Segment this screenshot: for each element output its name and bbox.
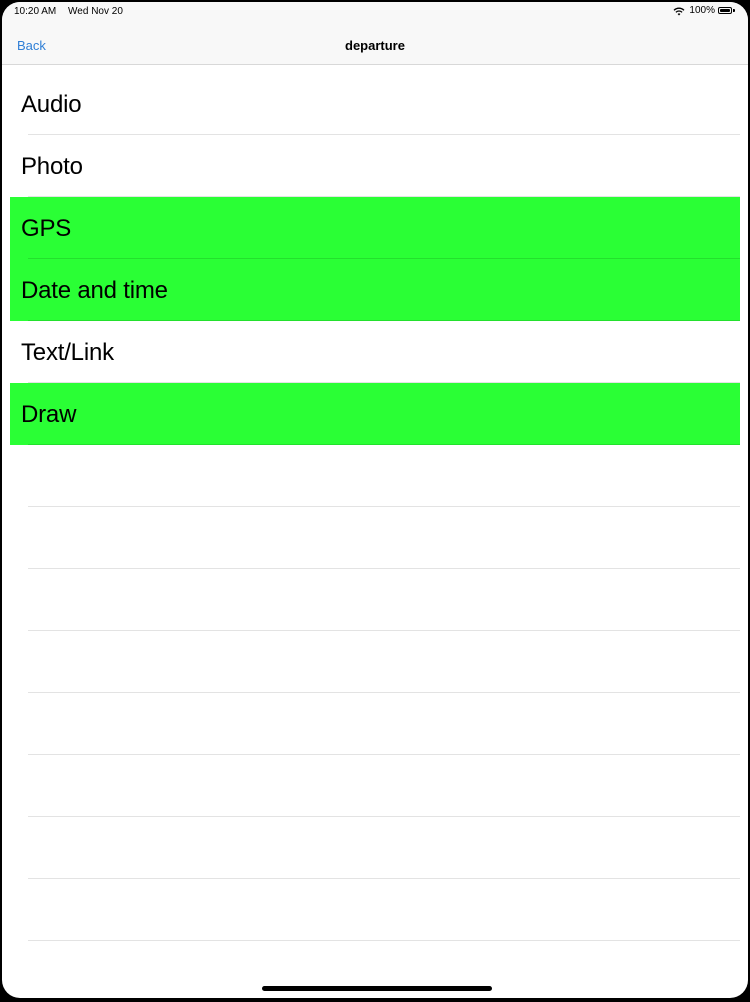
list-item-label: Photo	[21, 153, 83, 180]
list-item-audio[interactable]: Audio	[10, 73, 740, 135]
list-item-draw[interactable]: Draw	[10, 383, 740, 445]
list-item-label: Audio	[21, 91, 82, 118]
list-item-photo[interactable]: Photo	[10, 135, 740, 197]
empty-row	[10, 507, 740, 569]
empty-row	[10, 569, 740, 631]
status-time: 10:20 AM	[14, 6, 57, 17]
wifi-icon	[673, 7, 685, 15]
option-list: Audio Photo GPS Date and time Text/Link …	[2, 73, 748, 941]
empty-row	[10, 693, 740, 755]
list-item-gps[interactable]: GPS	[10, 197, 740, 259]
list-item-text-link[interactable]: Text/Link	[10, 321, 740, 383]
empty-row	[10, 879, 740, 941]
home-indicator[interactable]	[262, 986, 492, 991]
list-item-date-and-time[interactable]: Date and time	[10, 259, 740, 321]
status-bar: 10:20 AM Wed Nov 20 100%	[2, 2, 748, 24]
page-title: departure	[345, 38, 405, 53]
list-item-label: GPS	[21, 215, 72, 242]
empty-row	[10, 755, 740, 817]
empty-row	[10, 631, 740, 693]
row-separator	[28, 940, 740, 941]
battery-percent: 100%	[689, 5, 715, 16]
list-item-label: Date and time	[21, 277, 168, 304]
navigation-bar: Back departure	[2, 24, 748, 65]
empty-row	[10, 445, 740, 507]
empty-row	[10, 817, 740, 879]
battery-icon	[718, 6, 736, 15]
status-date: Wed Nov 20	[68, 6, 123, 17]
list-item-label: Draw	[21, 401, 77, 428]
status-right: 100%	[673, 5, 736, 16]
ipad-screen: 10:20 AM Wed Nov 20 100% Back departure …	[2, 2, 748, 998]
status-left: 10:20 AM Wed Nov 20	[14, 6, 132, 17]
list-item-label: Text/Link	[21, 339, 114, 366]
